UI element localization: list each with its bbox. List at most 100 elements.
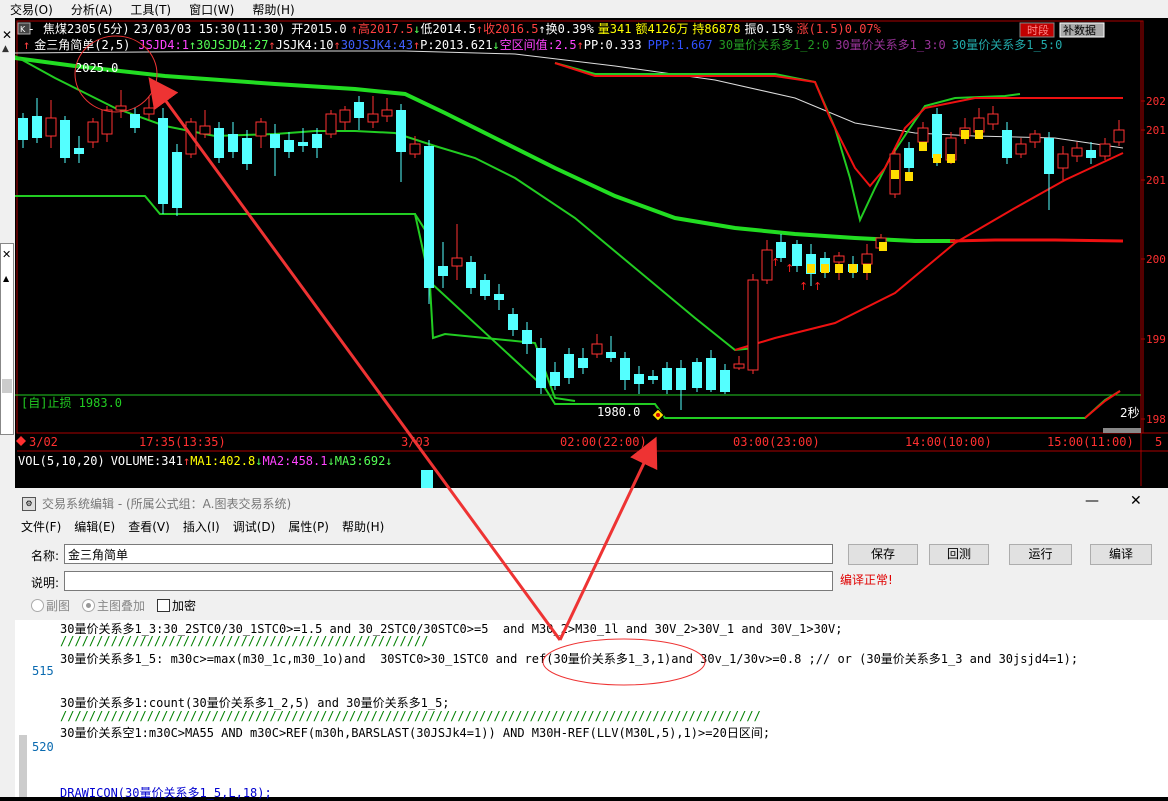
editor-menu-file[interactable]: 文件(F) (21, 518, 61, 535)
menu-analysis[interactable]: 分析(A) (71, 1, 113, 18)
menu-trade[interactable]: 交易(O) (10, 1, 53, 18)
compile-button[interactable]: 编译 (1090, 544, 1152, 565)
editor-menu-edit[interactable]: 编辑(E) (74, 518, 115, 535)
editor-menu-insert[interactable]: 插入(I) (183, 518, 220, 535)
candle-body (861, 253, 873, 265)
code-line[interactable]: ////////////////////////////////////////… (60, 709, 761, 723)
x-tick: 03:00(23:00) (733, 435, 820, 449)
open-price: 开2015.0 (291, 22, 346, 36)
candle-body (733, 363, 745, 369)
candle-body (578, 358, 588, 368)
kline-chart-canvas[interactable]: K - 焦煤2305(5分) 23/03/03 15:30(11:30) 开2015… (15, 18, 1168, 488)
run-button[interactable]: 运行 (1009, 544, 1072, 565)
menu-help[interactable]: 帮助(H) (252, 1, 294, 18)
close-icon[interactable]: ✕ (2, 248, 11, 261)
arrow-up-icon: ↑ (23, 38, 30, 52)
candle-body (522, 330, 532, 344)
p-value: P:2013.621 (420, 38, 492, 52)
jsjk30: 30JSJK4:43 (341, 38, 413, 52)
x-axis-ticks: 3/02 17:35(13:35) 3/03 02:00(22:00) 03:0… (16, 435, 1162, 449)
minimize-icon[interactable]: — (1085, 493, 1099, 509)
code-line[interactable]: 30量价关系空1:m30C>MA55 AND m30C>REF(m30h,BAR… (60, 724, 770, 741)
candle-body (480, 280, 490, 296)
candle-body (973, 117, 985, 133)
candle-body (32, 116, 42, 138)
red-right-band (554, 62, 1123, 188)
candle-body (917, 127, 929, 143)
cond-1: 30量价关系多1_2:0 (719, 38, 830, 52)
radio-main-overlay[interactable] (82, 599, 95, 612)
candle-body (720, 370, 730, 392)
datetime: 23/03/03 15:30(11:30) (134, 22, 286, 36)
close-icon[interactable]: ✕ (2, 28, 12, 42)
scrollbar-thumb[interactable] (2, 379, 12, 393)
radio-sub-label: 副图 (46, 599, 71, 613)
editor-menu-help[interactable]: 帮助(H) (342, 518, 384, 535)
pp: PP:0.333 (584, 38, 642, 52)
up-arrow-icon: ↑ (813, 280, 822, 293)
code-line[interactable]: 30量价关系多1_5: m30c>=max(m30_1c,m30_1o)and … (60, 650, 1078, 667)
encrypt-checkbox[interactable] (157, 599, 170, 612)
candle-body (18, 118, 28, 140)
green-lower-band (15, 55, 756, 352)
editor-app-icon: ⚙ (22, 497, 36, 511)
candle-body (312, 134, 322, 148)
radio-sub-chart[interactable] (31, 599, 44, 612)
candle-body (550, 372, 560, 386)
candle-body (242, 138, 252, 164)
save-button[interactable]: 保存 (848, 544, 918, 565)
candle-body (45, 117, 57, 137)
candle-body (325, 113, 337, 135)
signal-dot-icon (656, 413, 660, 417)
volume: 量341 (598, 22, 632, 36)
candle-body (87, 121, 99, 143)
seconds-label: 2秒 (1120, 406, 1140, 420)
ppp: PPP:1.667 (648, 38, 713, 52)
candle-body (634, 374, 644, 384)
indicator-name: 金三角简单(2,5) (34, 37, 130, 52)
candle-body (438, 266, 448, 276)
candle-body (199, 125, 211, 135)
code-line[interactable]: DRAWICON(30量价关系多1_5,L,18); (60, 784, 272, 801)
hold: 持86878 (692, 21, 740, 36)
compile-status: 编译正常! (840, 573, 893, 587)
editor-menu-properties[interactable]: 属性(P) (288, 518, 329, 535)
candle-body (1057, 153, 1069, 169)
desc-field[interactable] (64, 571, 833, 591)
cond-3: 30量价关系多1_5:0 (952, 38, 1063, 52)
chart-menu-icon-glyph: K (20, 25, 26, 34)
up-arrow-icon: ↑ (785, 262, 794, 275)
code-scroll-gutter[interactable] (15, 620, 32, 797)
low-price: 低2014.5 (420, 22, 475, 36)
buy-signal-icon (879, 242, 887, 251)
y-tick: 202 (1146, 95, 1166, 108)
candle-body (747, 279, 759, 371)
editor-menu-debug[interactable]: 调试(D) (233, 518, 276, 535)
chart-header: 焦煤2305(5分) 23/03/03 15:30(11:30) 开2015.0 ↑高… (43, 21, 882, 36)
scroll-up-icon[interactable]: ▲ (2, 44, 9, 54)
candle-body (706, 358, 716, 390)
candle-body (101, 109, 113, 135)
scroll-up-icon[interactable]: ▲ (3, 274, 9, 283)
candle-body (115, 105, 127, 111)
editor-menu-view[interactable]: 查看(V) (128, 518, 170, 535)
code-scrollbar-thumb[interactable] (19, 735, 27, 797)
high-value: 高2017.5 (358, 21, 413, 36)
high-down-arrow: ↓ (413, 22, 420, 36)
radio-main-label: 主图叠加 (97, 599, 146, 613)
backtest-button[interactable]: 回测 (929, 544, 989, 565)
buy-signal-icon (807, 264, 815, 273)
vol-ma3: MA3:692 (335, 454, 386, 468)
candlestick-series: ↑ ↑ ↑ ↑ (18, 90, 1125, 410)
y-tick: 200 (1146, 253, 1166, 266)
y-tick: 199 (1146, 333, 1166, 346)
close-icon[interactable]: ✕ (1130, 493, 1142, 509)
menu-tools[interactable]: 工具(T) (130, 1, 171, 18)
code-line[interactable]: ////////////////////////////////////////… (60, 634, 428, 648)
name-field[interactable] (64, 544, 833, 564)
cond-2: 30量价关系多1_3:0 (835, 38, 946, 52)
symbol: 焦煤2305(5分) (43, 22, 130, 36)
jsjd30: 30JSJD4:27 (196, 38, 268, 52)
menu-window[interactable]: 窗口(W) (189, 1, 234, 18)
kongqu: 空区间值:2.5 (500, 37, 577, 52)
